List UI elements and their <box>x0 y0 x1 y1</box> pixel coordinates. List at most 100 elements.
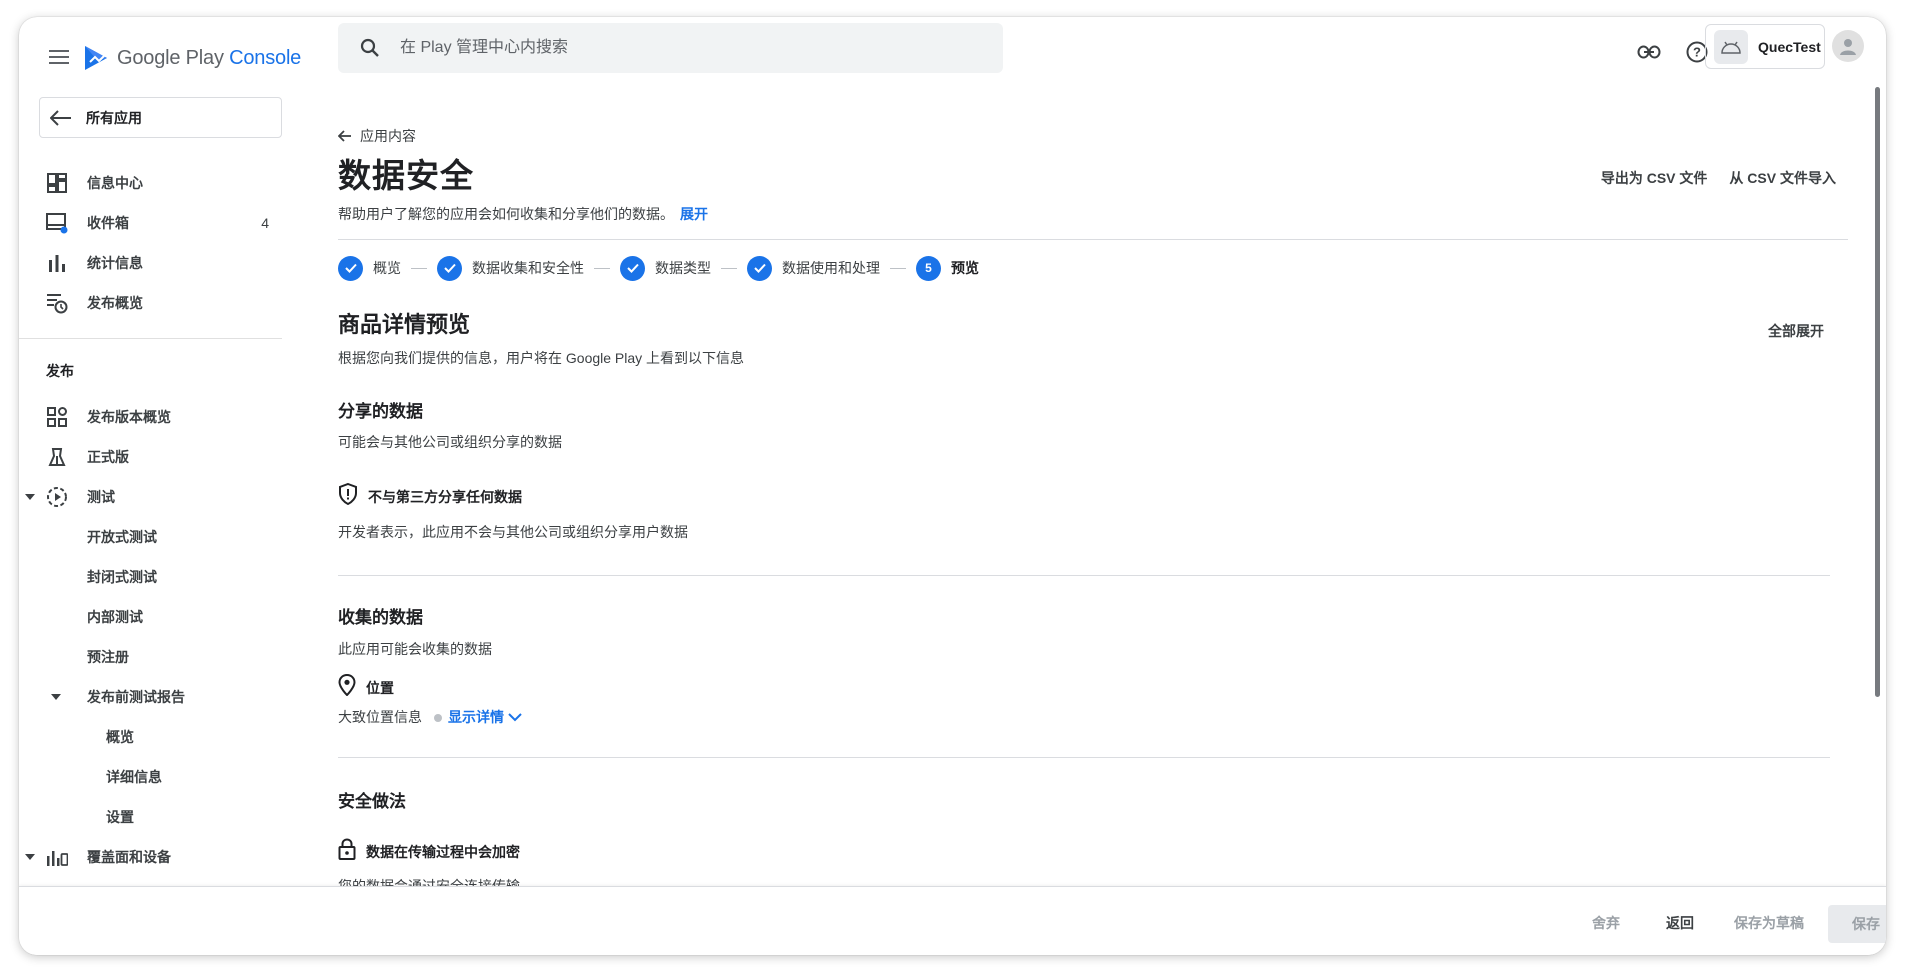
sidebar-item-pre-launch-report[interactable]: 发布前测试报告 <box>19 677 289 717</box>
show-details-link[interactable]: 显示详情 <box>448 707 522 727</box>
inbox-icon <box>45 211 69 235</box>
sidebar-item-open-testing[interactable]: 开放式测试 <box>19 517 289 557</box>
export-csv-button[interactable]: 导出为 CSV 文件 <box>1601 168 1708 188</box>
step-data-usage[interactable]: 数据使用和处理 <box>747 255 880 281</box>
caret-down-icon[interactable] <box>23 850 37 864</box>
security-practices-title: 安全做法 <box>338 792 406 811</box>
sidebar-item-production[interactable]: 正式版 <box>19 437 289 477</box>
sidebar-item-statistics[interactable]: 统计信息 <box>19 243 289 283</box>
inbox-count-badge: 4 <box>261 215 269 231</box>
top-bar: Google Play Console ? QuecTest <box>19 17 1886 101</box>
sidebar-item-prelaunch-settings[interactable]: 设置 <box>19 797 289 837</box>
step-number: 5 <box>916 255 941 281</box>
dashboard-icon <box>45 171 69 195</box>
step-data-types[interactable]: 数据类型 <box>620 255 711 281</box>
encryption-row: 数据在传输过程中会加密 <box>338 838 520 865</box>
shared-data-description: 可能会与其他公司或组织分享的数据 <box>338 434 562 450</box>
header-actions: 导出为 CSV 文件 从 CSV 文件导入 <box>1601 168 1836 188</box>
all-apps-button[interactable]: 所有应用 <box>39 97 282 138</box>
expand-all-button[interactable]: 全部展开 <box>1768 321 1824 341</box>
production-icon <box>45 445 69 469</box>
shared-data-title: 分享的数据 <box>338 402 423 421</box>
preview-description: 根据您向我们提供的信息，用户将在 Google Play 上看到以下信息 <box>338 350 745 366</box>
save-button[interactable]: 保存 <box>1828 905 1886 943</box>
no-sharing-row: 不与第三方分享任何数据 <box>338 482 522 510</box>
avatar[interactable] <box>1832 30 1864 62</box>
release-overview-icon <box>45 291 69 315</box>
reach-devices-icon <box>45 845 69 869</box>
sidebar-item-prelaunch-details[interactable]: 详细信息 <box>19 757 289 797</box>
app-window: Google Play Console ? QuecTest 所有应用 <box>19 17 1886 955</box>
search-input[interactable] <box>398 38 962 58</box>
sidebar-item-release-overview[interactable]: 发布概览 <box>19 283 289 323</box>
save-draft-button[interactable]: 保存为草稿 <box>1717 905 1821 941</box>
sidebar-item-label: 发布概览 <box>87 295 143 311</box>
sidebar-item-dashboard[interactable]: 信息中心 <box>19 163 289 203</box>
all-apps-label: 所有应用 <box>86 109 142 126</box>
sidebar-divider <box>19 338 282 339</box>
menu-icon[interactable] <box>41 39 77 75</box>
step-connector <box>411 267 427 269</box>
shield-icon <box>338 482 358 510</box>
sidebar-item-label: 开放式测试 <box>87 529 157 545</box>
step-label: 预览 <box>951 260 979 276</box>
search-icon <box>360 38 379 57</box>
step-label: 数据收集和安全性 <box>472 260 584 276</box>
sidebar: 所有应用 信息中心 收件箱 4 统计信息 发布概览 发布 发布版本概览 正式版 <box>19 79 289 905</box>
sidebar-item-internal-testing[interactable]: 内部测试 <box>19 597 289 637</box>
page-title: 数据安全 <box>338 157 474 194</box>
discard-button[interactable]: 舍弃 <box>1571 905 1641 941</box>
approximate-location-label: 大致位置信息 <box>338 709 422 725</box>
android-icon <box>1714 29 1748 64</box>
sidebar-item-testing[interactable]: 测试 <box>19 477 289 517</box>
breadcrumb[interactable]: 应用内容 <box>338 126 416 146</box>
arrow-back-icon <box>338 130 351 142</box>
sidebar-item-inbox[interactable]: 收件箱 4 <box>19 203 289 243</box>
app-account-chip[interactable]: QuecTest <box>1705 24 1825 69</box>
user-icon <box>1840 39 1856 55</box>
caret-down-icon[interactable] <box>49 690 63 704</box>
sidebar-item-label: 正式版 <box>87 449 129 465</box>
sidebar-item-label: 详细信息 <box>106 769 162 785</box>
preview-title: 商品详情预览 <box>338 312 471 337</box>
arrow-back-icon <box>50 109 71 126</box>
step-data-collection[interactable]: 数据收集和安全性 <box>437 255 584 281</box>
step-preview[interactable]: 5 预览 <box>916 255 979 281</box>
sidebar-item-prelaunch-overview[interactable]: 概览 <box>19 717 289 757</box>
play-console-logo[interactable]: Google Play Console <box>83 33 301 83</box>
show-details-label: 显示详情 <box>448 709 504 725</box>
location-detail-row: 大致位置信息 显示详情 <box>338 707 522 727</box>
sidebar-item-label: 覆盖面和设备 <box>87 849 171 865</box>
step-label: 概览 <box>373 260 401 276</box>
step-overview[interactable]: 概览 <box>338 255 401 281</box>
sidebar-item-label: 封闭式测试 <box>87 569 157 585</box>
caret-down-icon[interactable] <box>23 490 37 504</box>
chevron-down-icon <box>508 712 522 721</box>
svg-text:?: ? <box>1693 45 1701 60</box>
expand-description-link[interactable]: 展开 <box>680 206 708 222</box>
link-icon[interactable] <box>1631 34 1667 70</box>
separator-dot <box>434 714 442 723</box>
check-icon <box>620 255 645 281</box>
breadcrumb-label: 应用内容 <box>360 128 416 144</box>
location-title: 位置 <box>366 679 394 696</box>
sidebar-section-release: 发布 <box>46 363 74 379</box>
main-scrollbar[interactable] <box>1875 87 1880 697</box>
check-icon <box>747 255 772 281</box>
sidebar-item-reach-devices[interactable]: 覆盖面和设备 <box>19 837 289 877</box>
no-sharing-description: 开发者表示，此应用不会与其他公司或组织分享用户数据 <box>338 524 688 540</box>
page-description: 帮助用户了解您的应用会如何收集和分享他们的数据。 展开 <box>338 204 708 224</box>
import-csv-button[interactable]: 从 CSV 文件导入 <box>1729 168 1836 188</box>
sidebar-item-pre-registration[interactable]: 预注册 <box>19 637 289 677</box>
collected-data-title: 收集的数据 <box>338 608 423 627</box>
check-icon <box>437 255 462 281</box>
collected-data-description: 此应用可能会收集的数据 <box>338 641 492 657</box>
step-connector <box>721 267 737 269</box>
search-bar[interactable] <box>338 23 1003 73</box>
back-button[interactable]: 返回 <box>1645 905 1715 941</box>
sidebar-item-label: 设置 <box>106 809 134 825</box>
lock-icon <box>338 838 356 865</box>
sidebar-item-releases-overview[interactable]: 发布版本概览 <box>19 397 289 437</box>
sidebar-item-closed-testing[interactable]: 封闭式测试 <box>19 557 289 597</box>
main-content: 应用内容 数据安全 帮助用户了解您的应用会如何收集和分享他们的数据。 展开 导出为… <box>338 101 1848 901</box>
